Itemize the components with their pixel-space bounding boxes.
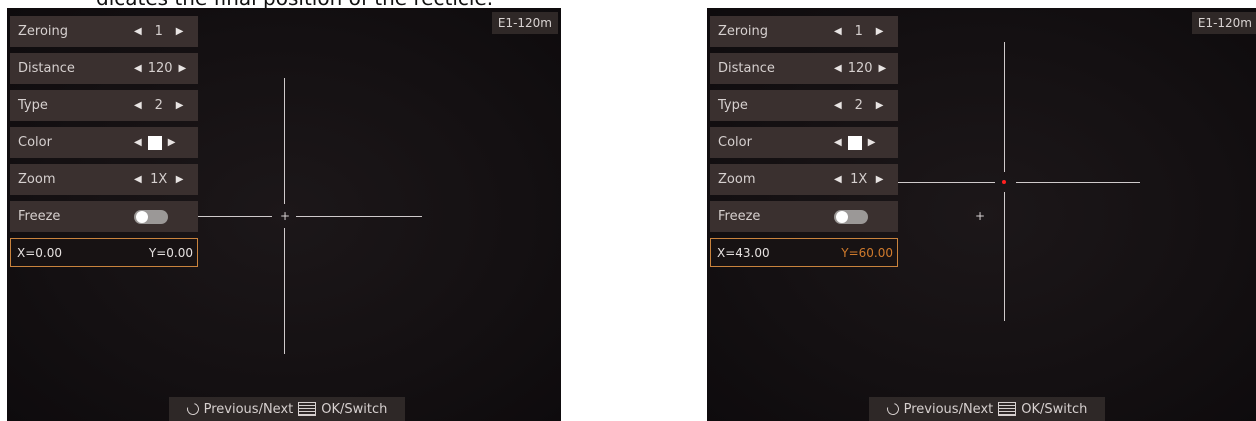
arrow-right-icon[interactable]: ▶ [876, 174, 884, 185]
menu-item-label: Zeroing [18, 24, 69, 39]
menu-item-color[interactable]: Color ◀ ▶ [710, 127, 898, 158]
menu-item-zeroing[interactable]: Zeroing ◀ 1 ▶ [710, 16, 898, 47]
color-swatch [847, 135, 862, 150]
menu-item-label: Distance [18, 61, 75, 76]
arrow-right-icon[interactable]: ▶ [168, 137, 176, 148]
menu-item-freeze[interactable]: Freeze [710, 201, 898, 232]
reticle-horizontal-line-left [198, 216, 272, 217]
menu-item-label: Zoom [18, 172, 56, 187]
hint-ok-switch: OK/Switch [321, 401, 388, 417]
reticle-center-dot [1002, 180, 1006, 184]
list-icon [998, 402, 1017, 416]
original-position-mark: + [975, 209, 986, 223]
menu-item-label: Type [718, 98, 748, 113]
hint-prev-next: Previous/Next [203, 401, 294, 417]
arrow-right-icon[interactable]: ▶ [179, 63, 187, 74]
reticle-center-mark: + [280, 209, 291, 223]
coord-x: X=0.00 [17, 245, 62, 260]
menu-item-distance[interactable]: Distance ◀ 120 ▶ [10, 53, 198, 84]
arrow-right-icon[interactable]: ▶ [176, 26, 184, 37]
menu-item-type[interactable]: Type ◀ 2 ▶ [10, 90, 198, 121]
hint-ok-switch: OK/Switch [1021, 401, 1088, 417]
arrow-right-icon[interactable]: ▶ [876, 100, 884, 111]
reticle-vertical-line-top [284, 78, 285, 204]
profile-label: E1-120m [491, 12, 558, 34]
menu-item-label: Freeze [718, 209, 761, 224]
zeroing-menu: Zeroing ◀ 1 ▶ Distance ◀ 120 ▶ Type ◀ 2 … [10, 16, 198, 267]
menu-item-value: 1X [150, 172, 168, 187]
rotate-icon [884, 400, 901, 418]
freeze-toggle[interactable] [134, 209, 168, 224]
menu-item-value: 1 [854, 24, 863, 39]
menu-item-zoom[interactable]: Zoom ◀ 1X ▶ [710, 164, 898, 195]
toggle-knob [836, 210, 848, 223]
coordinate-readout[interactable]: X=0.00 Y=0.00 [10, 238, 198, 267]
arrow-left-icon[interactable]: ◀ [834, 174, 842, 185]
menu-item-distance[interactable]: Distance ◀ 120 ▶ [710, 53, 898, 84]
arrow-left-icon[interactable]: ◀ [834, 137, 842, 148]
arrow-right-icon[interactable]: ▶ [176, 174, 184, 185]
arrow-left-icon[interactable]: ◀ [834, 26, 842, 37]
arrow-right-icon[interactable]: ▶ [876, 26, 884, 37]
menu-item-label: Type [18, 98, 48, 113]
arrow-right-icon[interactable]: ▶ [868, 137, 876, 148]
arrow-left-icon[interactable]: ◀ [134, 100, 142, 111]
menu-item-zoom[interactable]: Zoom ◀ 1X ▶ [10, 164, 198, 195]
reticle-horizontal-line-right [296, 216, 422, 217]
menu-item-value: 2 [154, 98, 163, 113]
menu-item-color[interactable]: Color ◀ ▶ [10, 127, 198, 158]
menu-item-value: 1X [850, 172, 868, 187]
menu-item-value: 120 [147, 61, 173, 76]
menu-item-label: Distance [718, 61, 775, 76]
reticle-vertical-line-top [1004, 42, 1005, 172]
freeze-toggle[interactable] [834, 209, 868, 224]
reticle-vertical-line-bottom [1004, 192, 1005, 321]
zeroing-menu: Zeroing ◀ 1 ▶ Distance ◀ 120 ▶ Type ◀ 2 … [710, 16, 898, 267]
arrow-left-icon[interactable]: ◀ [134, 137, 142, 148]
viewfinder-screen-left: E1-120m Zeroing ◀ 1 ▶ Distance ◀ 120 ▶ T… [7, 8, 561, 421]
arrow-left-icon[interactable]: ◀ [834, 63, 842, 74]
coordinate-readout[interactable]: X=43.00 Y=60.00 [710, 238, 898, 267]
menu-item-value: 1 [154, 24, 163, 39]
menu-item-type[interactable]: Type ◀ 2 ▶ [710, 90, 898, 121]
coord-y: Y=60.00 [841, 245, 893, 260]
list-icon [298, 402, 317, 416]
hint-bar: Previous/Next OK/Switch [169, 397, 405, 421]
menu-item-label: Freeze [18, 209, 61, 224]
reticle-vertical-line-bottom [284, 228, 285, 354]
viewfinder-screen-right: E1-120m Zeroing ◀ 1 ▶ Distance ◀ 120 ▶ T… [707, 8, 1256, 421]
coord-x: X=43.00 [717, 245, 770, 260]
menu-item-label: Zeroing [718, 24, 769, 39]
reticle-horizontal-line-left [898, 182, 995, 183]
arrow-left-icon[interactable]: ◀ [134, 26, 142, 37]
menu-item-label: Color [18, 135, 52, 150]
menu-item-label: Zoom [718, 172, 756, 187]
reticle-horizontal-line-right [1016, 182, 1140, 183]
arrow-left-icon[interactable]: ◀ [834, 100, 842, 111]
menu-item-label: Color [718, 135, 752, 150]
arrow-right-icon[interactable]: ▶ [879, 63, 887, 74]
menu-item-freeze[interactable]: Freeze [10, 201, 198, 232]
color-swatch [147, 135, 162, 150]
arrow-right-icon[interactable]: ▶ [176, 100, 184, 111]
menu-item-value: 2 [854, 98, 863, 113]
arrow-left-icon[interactable]: ◀ [134, 63, 142, 74]
hint-prev-next: Previous/Next [903, 401, 994, 417]
menu-item-value: 120 [847, 61, 873, 76]
rotate-icon [184, 400, 201, 418]
menu-item-zeroing[interactable]: Zeroing ◀ 1 ▶ [10, 16, 198, 47]
arrow-left-icon[interactable]: ◀ [134, 174, 142, 185]
profile-label: E1-120m [1191, 12, 1256, 34]
toggle-knob [136, 210, 148, 223]
coord-y: Y=0.00 [148, 245, 193, 260]
hint-bar: Previous/Next OK/Switch [869, 397, 1105, 421]
